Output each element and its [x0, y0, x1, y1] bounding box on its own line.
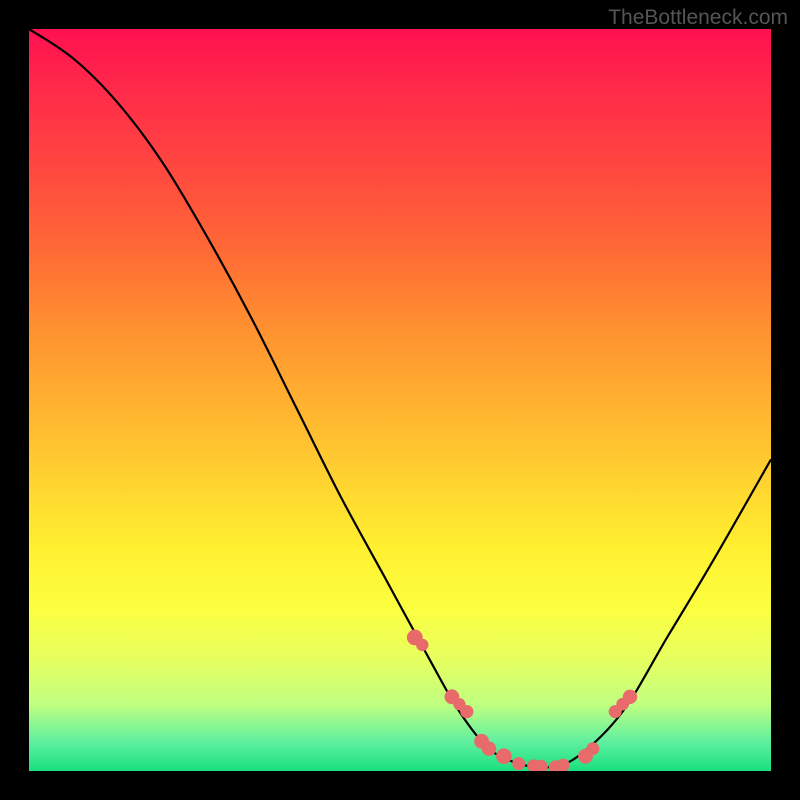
bottleneck-curve — [29, 29, 771, 768]
curve-marker — [623, 690, 637, 704]
curve-marker — [482, 742, 496, 756]
watermark-text: TheBottleneck.com — [608, 6, 788, 30]
curve-marker — [416, 639, 428, 651]
curve-marker — [587, 742, 600, 755]
chart-area — [29, 29, 771, 771]
curve-marker — [460, 705, 473, 718]
chart-svg — [29, 29, 771, 771]
curve-marker — [496, 748, 512, 764]
curve-markers-group — [407, 630, 637, 772]
curve-marker — [512, 757, 525, 770]
curve-marker — [557, 759, 570, 771]
